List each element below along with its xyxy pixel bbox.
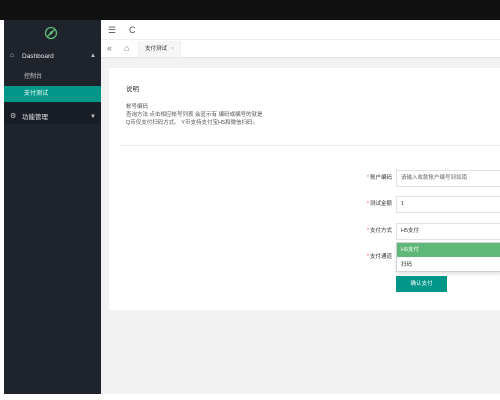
amount-label: *测试金额 <box>366 201 392 207</box>
pay-method-label: *支付方式 <box>366 228 392 234</box>
confirm-pay-button[interactable]: 确认支付 <box>396 276 447 292</box>
dropdown-option-scan[interactable]: 扫码 <box>397 258 500 272</box>
sidebar-item-label: 支付测试 <box>24 91 49 97</box>
sidebar-logo[interactable] <box>4 23 101 45</box>
account-code-label: *账户编码 <box>366 175 392 181</box>
home-icon: ⌂ <box>10 52 15 59</box>
home-tab-icon[interactable]: ⌂ <box>124 43 129 53</box>
tab-label: 支付测试 <box>145 46 168 52</box>
chevron-down-icon: ▼ <box>90 114 96 120</box>
menu-toggle-icon[interactable]: ☰ <box>108 25 116 35</box>
note-line: Q币仅支付扫码方式。 Y币支持支付宝H5和微信扫码。 <box>126 120 259 126</box>
sidebar-item-console[interactable]: 控制台 <box>4 69 101 85</box>
refresh-icon[interactable]: C <box>129 25 136 35</box>
note-line: 查询方法 点击相应帐号列表 会显示有 编码或编号的就是 <box>126 112 263 118</box>
divider <box>119 145 500 146</box>
tab-bar: « ⌂ 支付测试 × <box>101 40 500 58</box>
account-code-input[interactable]: 请输入收款账户编号到如南 <box>396 170 500 187</box>
sidebar-group-function-mgmt[interactable]: ⚙ 功能管理 ▼ <box>4 106 101 128</box>
sidebar-item-label: 控制台 <box>24 74 43 80</box>
tab-scroll-left-icon[interactable]: « <box>107 43 112 53</box>
chevron-up-icon: ▲ <box>90 53 96 59</box>
sidebar-group-dashboard[interactable]: ⌂ Dashboard ▲ <box>4 45 101 67</box>
top-bar <box>0 0 500 20</box>
channel-label: *支付通道 <box>366 254 392 260</box>
pay-method-dropdown: H5支付 扫码 <box>396 242 500 272</box>
label-text: 支付方式 <box>369 228 392 234</box>
sidebar: ⌂ Dashboard ▲ 控制台 支付测试 ⚙ 功能管理 ▼ <box>4 20 101 394</box>
header-toolbar: ☰ C <box>101 20 500 40</box>
sidebar-group-label: Dashboard <box>22 53 54 60</box>
tab-pay-test[interactable]: 支付测试 × <box>138 41 182 57</box>
label-text: 账户编码 <box>369 175 392 181</box>
label-text: 支付通道 <box>369 254 392 260</box>
dropdown-option-h5[interactable]: H5支付 <box>397 243 500 257</box>
note-line: 帐号编码 <box>126 104 149 110</box>
close-icon[interactable]: × <box>171 46 174 52</box>
amount-input[interactable]: 1 <box>396 196 500 213</box>
gear-icon: ⚙ <box>10 113 17 120</box>
leaf-logo-icon <box>44 26 58 40</box>
label-text: 测试金额 <box>369 201 392 207</box>
pay-method-select[interactable]: H5支付 <box>396 223 500 240</box>
note-title: 说明 <box>126 86 139 93</box>
sidebar-group-label: 功能管理 <box>22 114 48 121</box>
main-card <box>109 68 500 310</box>
sidebar-item-pay-test[interactable]: 支付测试 <box>4 86 101 102</box>
